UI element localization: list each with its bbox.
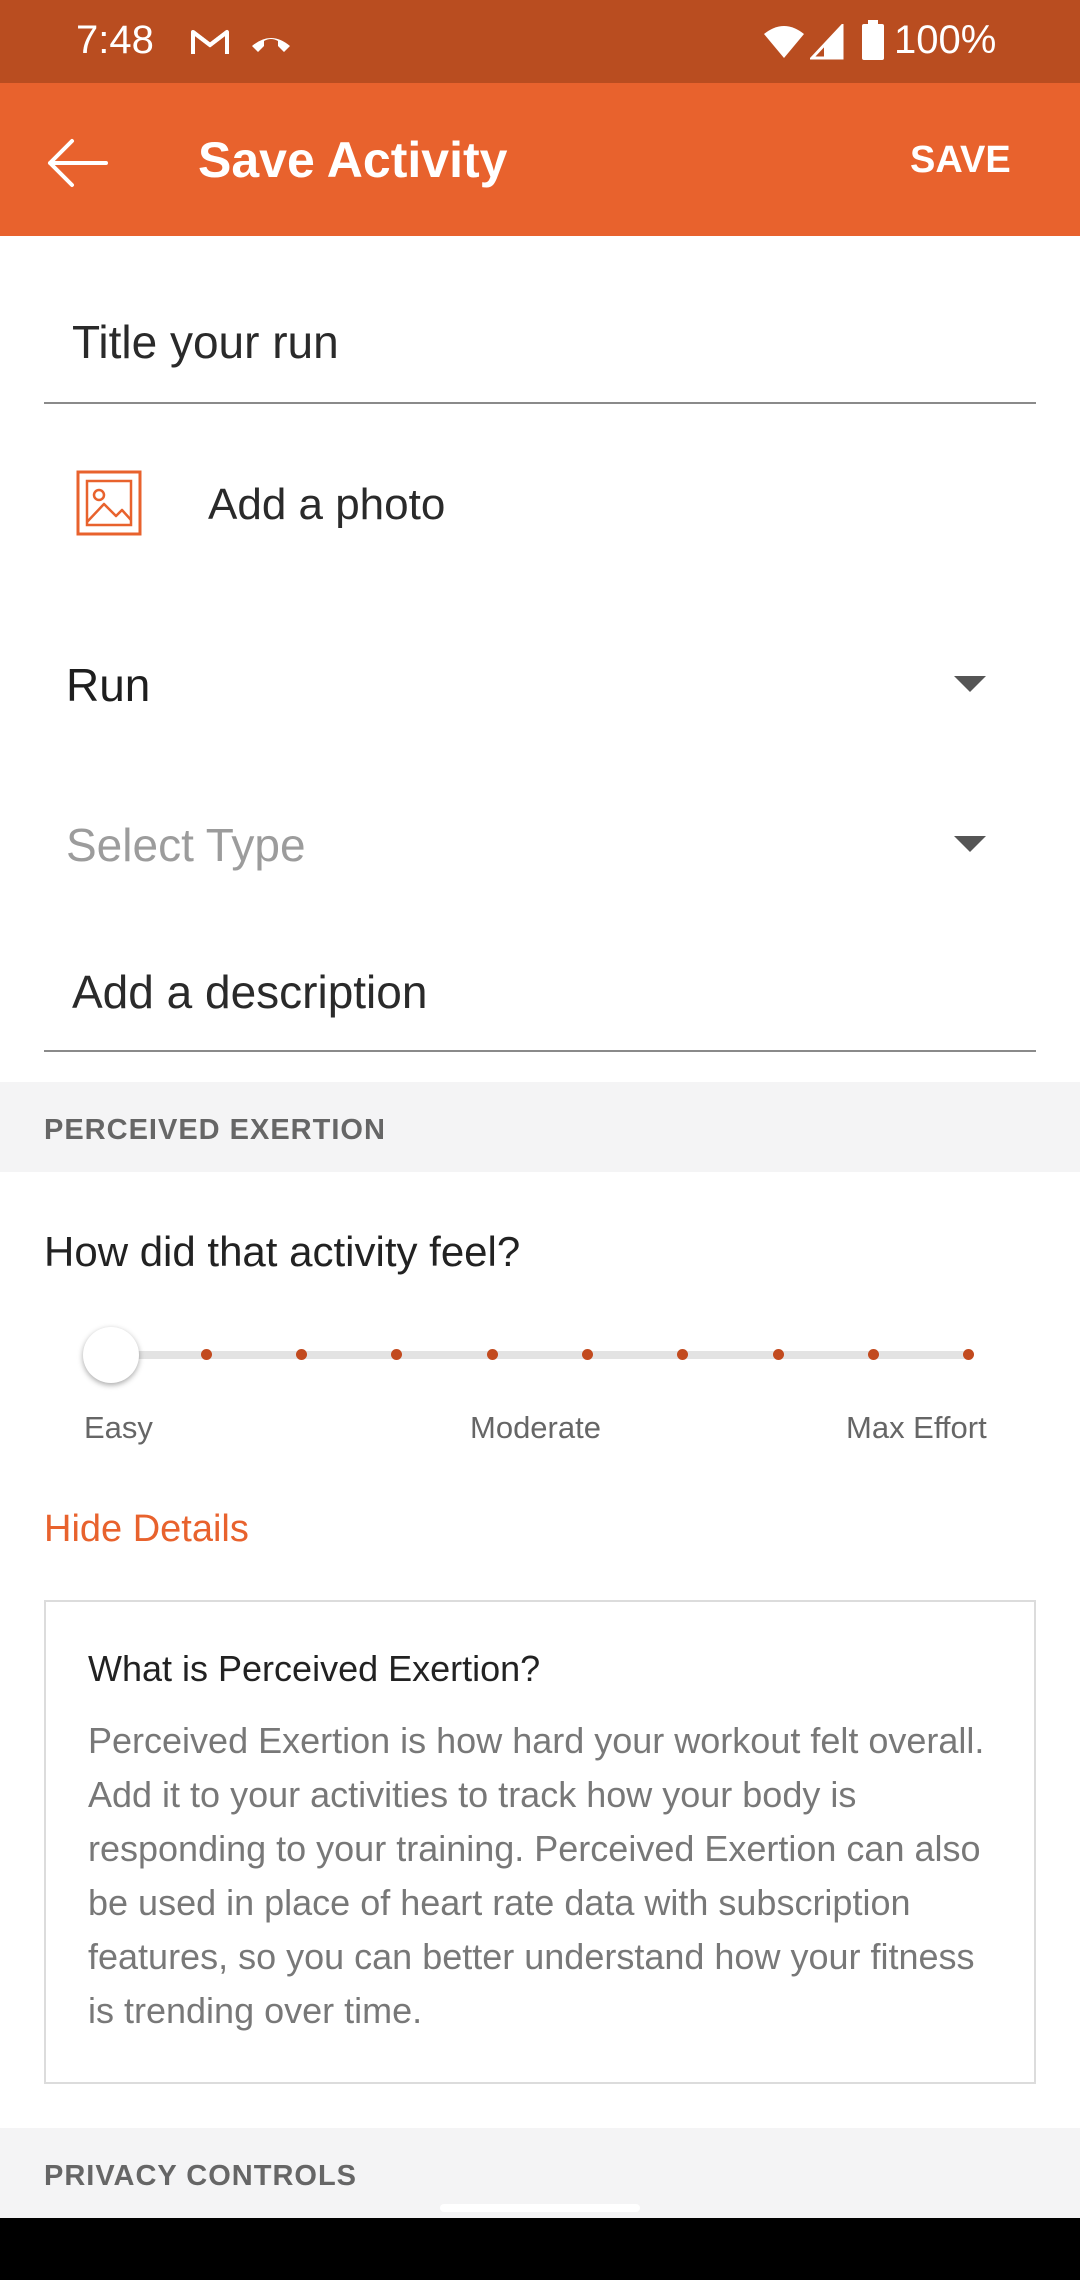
- status-bar: 7:48 100%: [0, 0, 1080, 83]
- slider-label-easy: Easy: [84, 1410, 153, 1445]
- info-title: What is Perceived Exertion?: [88, 1648, 541, 1689]
- activity-type-value: Run: [66, 659, 151, 711]
- signal-icon: [808, 22, 844, 60]
- slider-step-dot[interactable]: [867, 1349, 879, 1360]
- dropdown-arrow-icon: [954, 676, 986, 692]
- activity-type-dropdown[interactable]: Run: [44, 628, 1036, 738]
- slider-label-moderate: Moderate: [470, 1410, 601, 1445]
- description-input[interactable]: [72, 964, 1012, 1020]
- perceived-exertion-info-box: What is Perceived Exertion? Perceived Ex…: [44, 1600, 1036, 2084]
- app-bar: Save Activity SAVE: [0, 83, 1080, 236]
- add-photo-button[interactable]: Add a photo: [44, 456, 1036, 556]
- slider-track: [110, 1351, 970, 1359]
- save-activity-screen: 7:48 100% Save Activity SAVE Title your …: [0, 0, 1080, 2280]
- title-field: [44, 300, 1036, 404]
- navigation-bar: [0, 2218, 1080, 2280]
- back-arrow-icon: [36, 139, 116, 207]
- dropdown-arrow-icon: [954, 836, 986, 852]
- add-photo-label: Add a photo: [208, 480, 446, 529]
- slider-step-dot[interactable]: [772, 1349, 784, 1360]
- slider-step-dot[interactable]: [486, 1349, 498, 1360]
- hide-details-link[interactable]: Hide Details: [44, 1508, 249, 1551]
- workout-type-dropdown[interactable]: Select Type: [44, 788, 1036, 898]
- perceived-exertion-header: PERCEIVED EXERTION: [0, 1082, 1080, 1172]
- workout-type-placeholder: Select Type: [66, 819, 306, 871]
- save-button[interactable]: SAVE: [910, 139, 1011, 182]
- section-header-label: PRIVACY CONTROLS: [44, 2160, 358, 2192]
- info-body: Perceived Exertion is how hard your work…: [88, 1720, 985, 2031]
- wifi-icon: [762, 24, 806, 60]
- slider-step-dot[interactable]: [582, 1349, 593, 1360]
- photo-icon: [76, 470, 142, 536]
- slider-thumb[interactable]: [83, 1327, 139, 1383]
- slider-step-dot[interactable]: [963, 1349, 975, 1360]
- exertion-question: How did that activity feel?: [44, 1228, 521, 1275]
- section-header-label: PERCEIVED EXERTION: [44, 1114, 386, 1146]
- battery-percentage: 100%: [894, 18, 997, 62]
- status-time: 7:48: [76, 18, 154, 62]
- page-title: Save Activity: [198, 132, 508, 188]
- slider-label-max-effort: Max Effort: [846, 1410, 987, 1445]
- battery-icon: [862, 20, 884, 60]
- title-input[interactable]: [72, 314, 1012, 370]
- home-indicator[interactable]: [440, 2204, 640, 2212]
- slider-step-dot[interactable]: [200, 1349, 212, 1360]
- missed-call-icon: [248, 28, 294, 56]
- back-button[interactable]: [36, 123, 116, 203]
- gmail-icon: [190, 26, 230, 58]
- exertion-slider[interactable]: [80, 1320, 980, 1390]
- description-field: [44, 950, 1036, 1052]
